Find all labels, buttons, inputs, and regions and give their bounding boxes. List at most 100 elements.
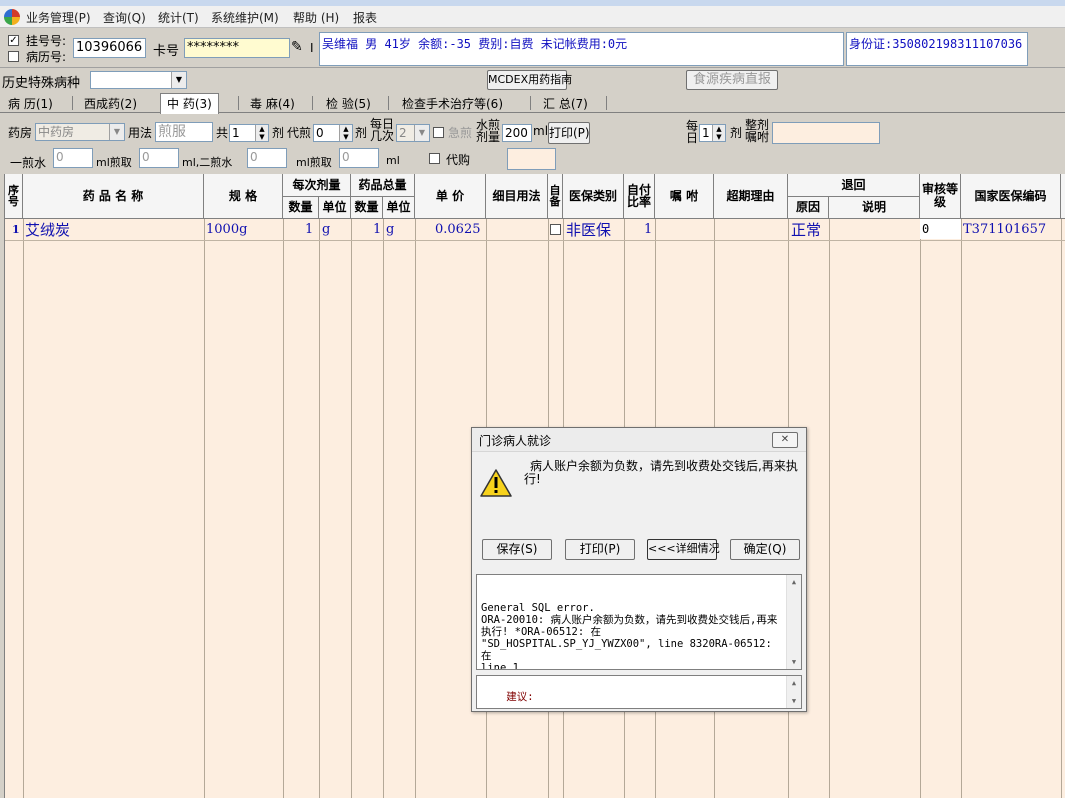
total-doses-spinner[interactable]: 1 ▲ ▼ [229, 124, 269, 142]
card-no-input[interactable]: ******** [184, 38, 290, 58]
card-reader-icon[interactable]: ✎ [291, 39, 303, 55]
dialog-message: 病人账户余额为负数，请先到收费处交钱后,再来执行! [524, 459, 798, 486]
tab-lab-tests[interactable]: 检 验(5) [320, 94, 377, 113]
main-tabs: 病 历(1) 西成药(2) 中 药(3) 毒 麻(4) 检 验(5) 检查手术治… [0, 93, 1065, 114]
row-return-reason[interactable]: 正常 [791, 220, 821, 240]
first-take-input[interactable]: 0 [139, 148, 179, 168]
close-icon[interactable]: ✕ [772, 432, 798, 448]
menu-help[interactable]: 帮助 (H) [293, 9, 339, 26]
urgent-label: 急煎 [448, 126, 473, 140]
chevron-down-icon: ▼ [109, 124, 124, 140]
col-audit-header: 审核等级 [920, 174, 961, 219]
spinner-arrows-icon[interactable]: ▲ ▼ [339, 125, 352, 141]
per-day-value: 1 [702, 126, 710, 140]
ok-button[interactable]: 确定(Q) [730, 539, 800, 560]
tab-medical-record[interactable]: 病 历(1) [2, 94, 59, 113]
row-drug-name[interactable]: 艾绒炭 [25, 220, 70, 240]
dialog-titlebar: 门诊病人就诊 ✕ [472, 428, 806, 452]
history-row: 历史特殊病种 ▼ MCDEX用药指南 食源疾病直报 [0, 68, 1065, 93]
row-per-unit[interactable]: g [322, 220, 330, 240]
row-per-qty[interactable]: 1 [305, 220, 313, 240]
tab-narcotics[interactable]: 毒 麻(4) [244, 94, 301, 113]
tab-divider [388, 96, 389, 110]
decoct-spinner[interactable]: 0 ▲ ▼ [313, 124, 353, 142]
per-day-spinner[interactable]: 1 ▲ ▼ [699, 124, 726, 142]
ml-end-label: ml [386, 154, 400, 167]
row-spec[interactable]: 1000g [206, 220, 247, 240]
daily-times-select[interactable]: 2 ▼ [396, 124, 430, 142]
col-tot-unit-header: 单位 [383, 197, 415, 219]
second-take-input[interactable]: 0 [339, 148, 379, 168]
row-price[interactable]: 0.0625 [435, 220, 481, 240]
row-insurance[interactable]: 非医保 [566, 220, 611, 240]
usage-input[interactable]: 煎服 [155, 122, 213, 142]
alert-dialog: 门诊病人就诊 ✕ 病人账户余额为负数，请先到收费处交钱后,再来执行! 保存(S)… [471, 427, 807, 712]
history-disease-select[interactable]: ▼ [90, 71, 187, 89]
reg-no-checkbox[interactable]: ✓ [8, 35, 19, 46]
instruct-input[interactable] [772, 122, 880, 144]
advice-scrollbar[interactable]: ▲ ▼ [786, 676, 801, 708]
pharmacy-label: 药房 [8, 126, 33, 140]
proxy-purchase-checkbox[interactable] [429, 153, 440, 164]
urgent-checkbox[interactable] [433, 127, 444, 138]
col-instruct-header: 嘱 咐 [655, 174, 714, 219]
tab-summary[interactable]: 汇 总(7) [537, 94, 594, 113]
row-nat-code[interactable]: T371101657 [963, 220, 1046, 240]
save-button[interactable]: 保存(S) [482, 539, 552, 560]
record-no-checkbox[interactable] [8, 51, 19, 62]
card-reader-button[interactable]: I [310, 41, 314, 55]
water-dose-input[interactable]: 200 [502, 124, 532, 142]
dialog-title: 门诊病人就诊 [479, 434, 552, 448]
mcdex-guide-button[interactable]: MCDEX用药指南 [487, 70, 572, 90]
daily-times-value: 2 [399, 126, 407, 140]
total-doses-value: 1 [232, 126, 240, 140]
row-audit-input[interactable]: 0 [920, 219, 961, 239]
scroll-down-icon[interactable]: ▼ [787, 694, 801, 708]
menu-system[interactable]: 系统维护(M) [211, 9, 279, 26]
scroll-up-icon[interactable]: ▲ [787, 575, 801, 589]
reg-no-input[interactable]: 10396066 [73, 38, 146, 58]
row-ratio[interactable]: 1 [644, 220, 652, 240]
grid-line [351, 219, 352, 798]
spinner-arrows-icon[interactable]: ▲ ▼ [255, 125, 268, 141]
second-water-input[interactable]: 0 [247, 148, 287, 168]
card-label: 卡号 [153, 44, 180, 59]
print-button[interactable]: 打印(P) [565, 539, 635, 560]
advice-label: 建议: [506, 691, 534, 703]
chevron-down-icon: ▼ [171, 72, 186, 88]
patient-panel: ✓ 挂号号: 病历号: 10396066 卡号 ******** ✎ I 吴维福… [0, 29, 1065, 68]
row-self-checkbox[interactable] [550, 224, 561, 235]
error-detail-text: General SQL error. ORA-20010: 病人账户余额为负数，… [481, 602, 778, 670]
grid-line [204, 219, 205, 798]
scroll-up-icon[interactable]: ▲ [787, 676, 801, 690]
scroll-down-icon[interactable]: ▼ [787, 655, 801, 669]
tab-exams-surgery[interactable]: 检查手术治疗等(6) [396, 94, 509, 113]
pharmacy-select[interactable]: 中药房 ▼ [35, 123, 125, 141]
menu-business[interactable]: 业务管理(P) [26, 9, 91, 26]
dose-unit3-label: 剂 [730, 126, 743, 140]
col-price-header: 单 价 [415, 174, 486, 219]
tab-divider [312, 96, 313, 110]
error-detail-scrollbar[interactable]: ▲ ▼ [786, 575, 801, 669]
spinner-arrows-icon[interactable]: ▲ ▼ [712, 125, 725, 141]
menu-reports[interactable]: 报表 [353, 9, 377, 26]
details-button[interactable]: <<<详细情况 [647, 539, 720, 560]
row-tot-unit[interactable]: g [386, 220, 394, 240]
menu-stats[interactable]: 统计(T) [158, 9, 199, 26]
menu-query[interactable]: 查询(Q) [103, 9, 146, 26]
second-water-label: ml,二煎水 [182, 156, 233, 169]
first-water-input[interactable]: 0 [53, 148, 93, 168]
error-detail-box[interactable]: General SQL error. ORA-20010: 病人账户余额为负数，… [476, 574, 802, 670]
col-per-dose-header: 每次剂量 [283, 174, 351, 197]
row-tot-qty[interactable]: 1 [373, 220, 381, 240]
advice-box[interactable]: 建议: ▲ ▼ [476, 675, 802, 709]
tab-chinese-medicine[interactable]: 中 药(3) [160, 93, 219, 114]
col-reason-header: 原因 [788, 197, 829, 219]
proxy-purchase-input[interactable] [507, 148, 556, 170]
app-logo-icon [4, 9, 20, 25]
tab-western-medicine[interactable]: 西成药(2) [78, 94, 143, 113]
usage-label: 用法 [128, 126, 153, 140]
food-disease-report-button[interactable]: 食源疾病直报 [686, 70, 778, 90]
print-button[interactable]: 打印(P) [548, 122, 590, 144]
grid-line [920, 219, 921, 798]
